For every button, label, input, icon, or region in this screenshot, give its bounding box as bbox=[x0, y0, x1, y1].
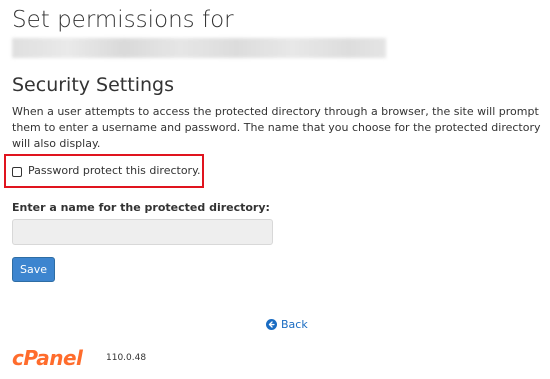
save-button[interactable]: Save bbox=[12, 257, 55, 282]
directory-name-input[interactable] bbox=[12, 219, 273, 245]
password-protect-label[interactable]: Password protect this directory. bbox=[28, 164, 201, 177]
back-label: Back bbox=[281, 318, 308, 331]
back-arrow-icon bbox=[266, 319, 277, 330]
cpanel-logo: cPanel bbox=[12, 346, 83, 370]
directory-name-label: Enter a name for the protected directory… bbox=[12, 201, 270, 214]
section-title: Security Settings bbox=[12, 74, 174, 96]
version-number: 110.0.48 bbox=[106, 353, 147, 363]
section-description: When a user attempts to access the prote… bbox=[12, 105, 541, 150]
back-link[interactable]: Back bbox=[266, 318, 308, 331]
redacted-directory-path bbox=[12, 38, 386, 58]
page-title: Set permissions for bbox=[12, 7, 234, 33]
password-protect-checkbox[interactable] bbox=[12, 167, 22, 177]
